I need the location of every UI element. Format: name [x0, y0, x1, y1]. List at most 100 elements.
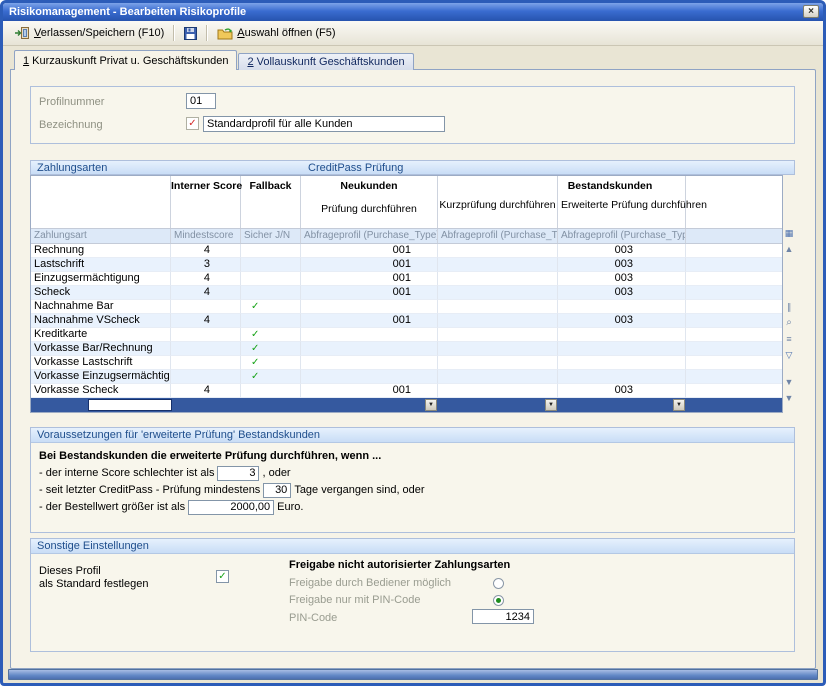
column-header-neukunden[interactable]: Neukunden Prüfung durchführen	[301, 176, 438, 228]
cell-neukunden[interactable]: 001	[301, 314, 438, 328]
cell-mindestscore[interactable]	[171, 356, 241, 370]
cell-fallback[interactable]: ✓	[241, 370, 301, 384]
cell-neukunden[interactable]: 001	[301, 384, 438, 398]
scroll-up-icon[interactable]: ▲	[783, 243, 795, 255]
cell-fallback[interactable]	[241, 384, 301, 398]
table-row[interactable]: Einzugsermächtigung4 001 003	[31, 272, 782, 286]
search-icon[interactable]: ⌕	[783, 317, 795, 329]
cell-neukunden[interactable]: 001	[301, 272, 438, 286]
cell-erweitert[interactable]: 003	[558, 244, 686, 258]
bezeichnung-input[interactable]	[203, 116, 445, 132]
cell-zahlungsart[interactable]: Nachnahme VScheck	[31, 314, 171, 328]
cell-filler[interactable]	[686, 356, 782, 370]
cell-erweitert[interactable]	[558, 300, 686, 314]
cell-fallback[interactable]: ✓	[241, 328, 301, 342]
score-threshold-input[interactable]	[217, 466, 259, 481]
pin-code-input[interactable]	[472, 609, 534, 624]
cell-kurz[interactable]	[438, 342, 558, 356]
cell-kurz[interactable]	[438, 244, 558, 258]
scroll-down-icon[interactable]: ▼	[783, 376, 795, 388]
cell-fallback[interactable]	[241, 286, 301, 300]
columns-icon[interactable]: ∥	[783, 301, 795, 313]
caption-abfrageprofil-kurz[interactable]: Abfrageprofil (Purchase_Type)	[438, 229, 558, 243]
column-header-fallback[interactable]: Fallback	[241, 176, 301, 228]
cell-kurz[interactable]	[438, 328, 558, 342]
cell-neukunden[interactable]	[301, 328, 438, 342]
cell-erweitert[interactable]: 003	[558, 314, 686, 328]
cell-erweitert[interactable]: 003	[558, 272, 686, 286]
tab-vollauskunft[interactable]: 2 Vollauskunft Geschäftskunden	[238, 53, 413, 70]
cell-kurz[interactable]	[438, 272, 558, 286]
cell-erweitert[interactable]	[558, 328, 686, 342]
sort-icon[interactable]: ≡	[783, 333, 795, 345]
table-row[interactable]: Nachnahme VScheck4001003	[31, 314, 782, 328]
cell-zahlungsart[interactable]: Nachnahme Bar	[31, 300, 171, 314]
table-row[interactable]: Rechnung4001003	[31, 244, 782, 258]
cell-fallback[interactable]: ✓	[241, 300, 301, 314]
cell-zahlungsart[interactable]: Vorkasse Einzugsermächtigung	[31, 370, 171, 384]
order-value-input[interactable]	[188, 500, 274, 515]
cell-filler[interactable]	[686, 258, 782, 272]
cell-mindestscore[interactable]	[171, 370, 241, 384]
cell-filler[interactable]	[686, 328, 782, 342]
cell-erweitert[interactable]	[558, 342, 686, 356]
cell-neukunden[interactable]	[301, 370, 438, 384]
cell-mindestscore[interactable]: 4	[171, 244, 241, 258]
title-bar[interactable]: Risikomanagement - Bearbeiten Risikoprof…	[3, 3, 823, 21]
cell-kurz[interactable]	[438, 384, 558, 398]
cell-zahlungsart[interactable]: Einzugsermächtigung	[31, 272, 171, 286]
purchase-type-dropdown-neukunden[interactable]: ▼	[425, 399, 437, 411]
grid-new-row-selected[interactable]: ▼ ▼ ▼	[31, 398, 782, 412]
cell-fallback[interactable]: ✓	[241, 356, 301, 370]
cell-fallback[interactable]: ✓	[241, 342, 301, 356]
purchase-type-dropdown-erweitert[interactable]: ▼	[673, 399, 685, 411]
cell-mindestscore[interactable]	[171, 300, 241, 314]
exit-save-button[interactable]: Verlassen/Speichern (F10)	[8, 23, 170, 43]
browse-table-icon[interactable]: ▦	[783, 227, 795, 239]
cell-fallback[interactable]	[241, 314, 301, 328]
cell-kurz[interactable]	[438, 314, 558, 328]
filter-icon[interactable]: ▽	[783, 349, 795, 361]
page-down-icon[interactable]: ▼	[783, 392, 795, 404]
cell-filler[interactable]	[686, 342, 782, 356]
cell-erweitert[interactable]: 003	[558, 286, 686, 300]
cell-zahlungsart[interactable]: Lastschrift	[31, 258, 171, 272]
option-pin-radio[interactable]	[493, 595, 504, 606]
cell-zahlungsart[interactable]: Rechnung	[31, 244, 171, 258]
column-header-interner-score[interactable]: Interner Score	[171, 176, 241, 228]
cell-zahlungsart[interactable]: Vorkasse Lastschrift	[31, 356, 171, 370]
active-cell-editor[interactable]	[88, 399, 172, 411]
cell-mindestscore[interactable]: 3	[171, 258, 241, 272]
table-row[interactable]: Kreditkarte ✓	[31, 328, 782, 342]
cell-fallback[interactable]	[241, 272, 301, 286]
purchase-type-dropdown-kurz[interactable]: ▼	[545, 399, 557, 411]
caption-abfrageprofil-erweitert[interactable]: Abfrageprofil (Purchase_Type)	[558, 229, 686, 243]
cell-zahlungsart[interactable]: Kreditkarte	[31, 328, 171, 342]
close-button[interactable]: ×	[803, 5, 819, 18]
cell-neukunden[interactable]	[301, 342, 438, 356]
table-row[interactable]: Vorkasse Einzugsermächtigung ✓	[31, 370, 782, 384]
cell-mindestscore[interactable]: 4	[171, 272, 241, 286]
cell-mindestscore[interactable]	[171, 342, 241, 356]
table-row[interactable]: Scheck4001003	[31, 286, 782, 300]
cell-kurz[interactable]	[438, 286, 558, 300]
cell-neukunden[interactable]	[301, 300, 438, 314]
caption-zahlungsart[interactable]: Zahlungsart	[31, 229, 171, 243]
days-threshold-input[interactable]	[263, 483, 291, 498]
profilnummer-input[interactable]	[186, 93, 216, 109]
cell-filler[interactable]	[686, 300, 782, 314]
save-button[interactable]	[178, 23, 203, 43]
caption-mindestscore[interactable]: Mindestscore	[171, 229, 241, 243]
cell-mindestscore[interactable]	[171, 328, 241, 342]
table-row[interactable]: Vorkasse Bar/Rechnung ✓	[31, 342, 782, 356]
cell-filler[interactable]	[686, 314, 782, 328]
cell-neukunden[interactable]: 001	[301, 286, 438, 300]
cell-filler[interactable]	[686, 384, 782, 398]
cell-filler[interactable]	[686, 370, 782, 384]
cell-kurz[interactable]	[438, 356, 558, 370]
cell-zahlungsart[interactable]: Vorkasse Scheck	[31, 384, 171, 398]
cell-erweitert[interactable]: 003	[558, 258, 686, 272]
caption-sicher-jn[interactable]: Sicher J/N	[241, 229, 301, 243]
table-row[interactable]: Lastschrift3001003	[31, 258, 782, 272]
cell-zahlungsart[interactable]: Vorkasse Bar/Rechnung	[31, 342, 171, 356]
